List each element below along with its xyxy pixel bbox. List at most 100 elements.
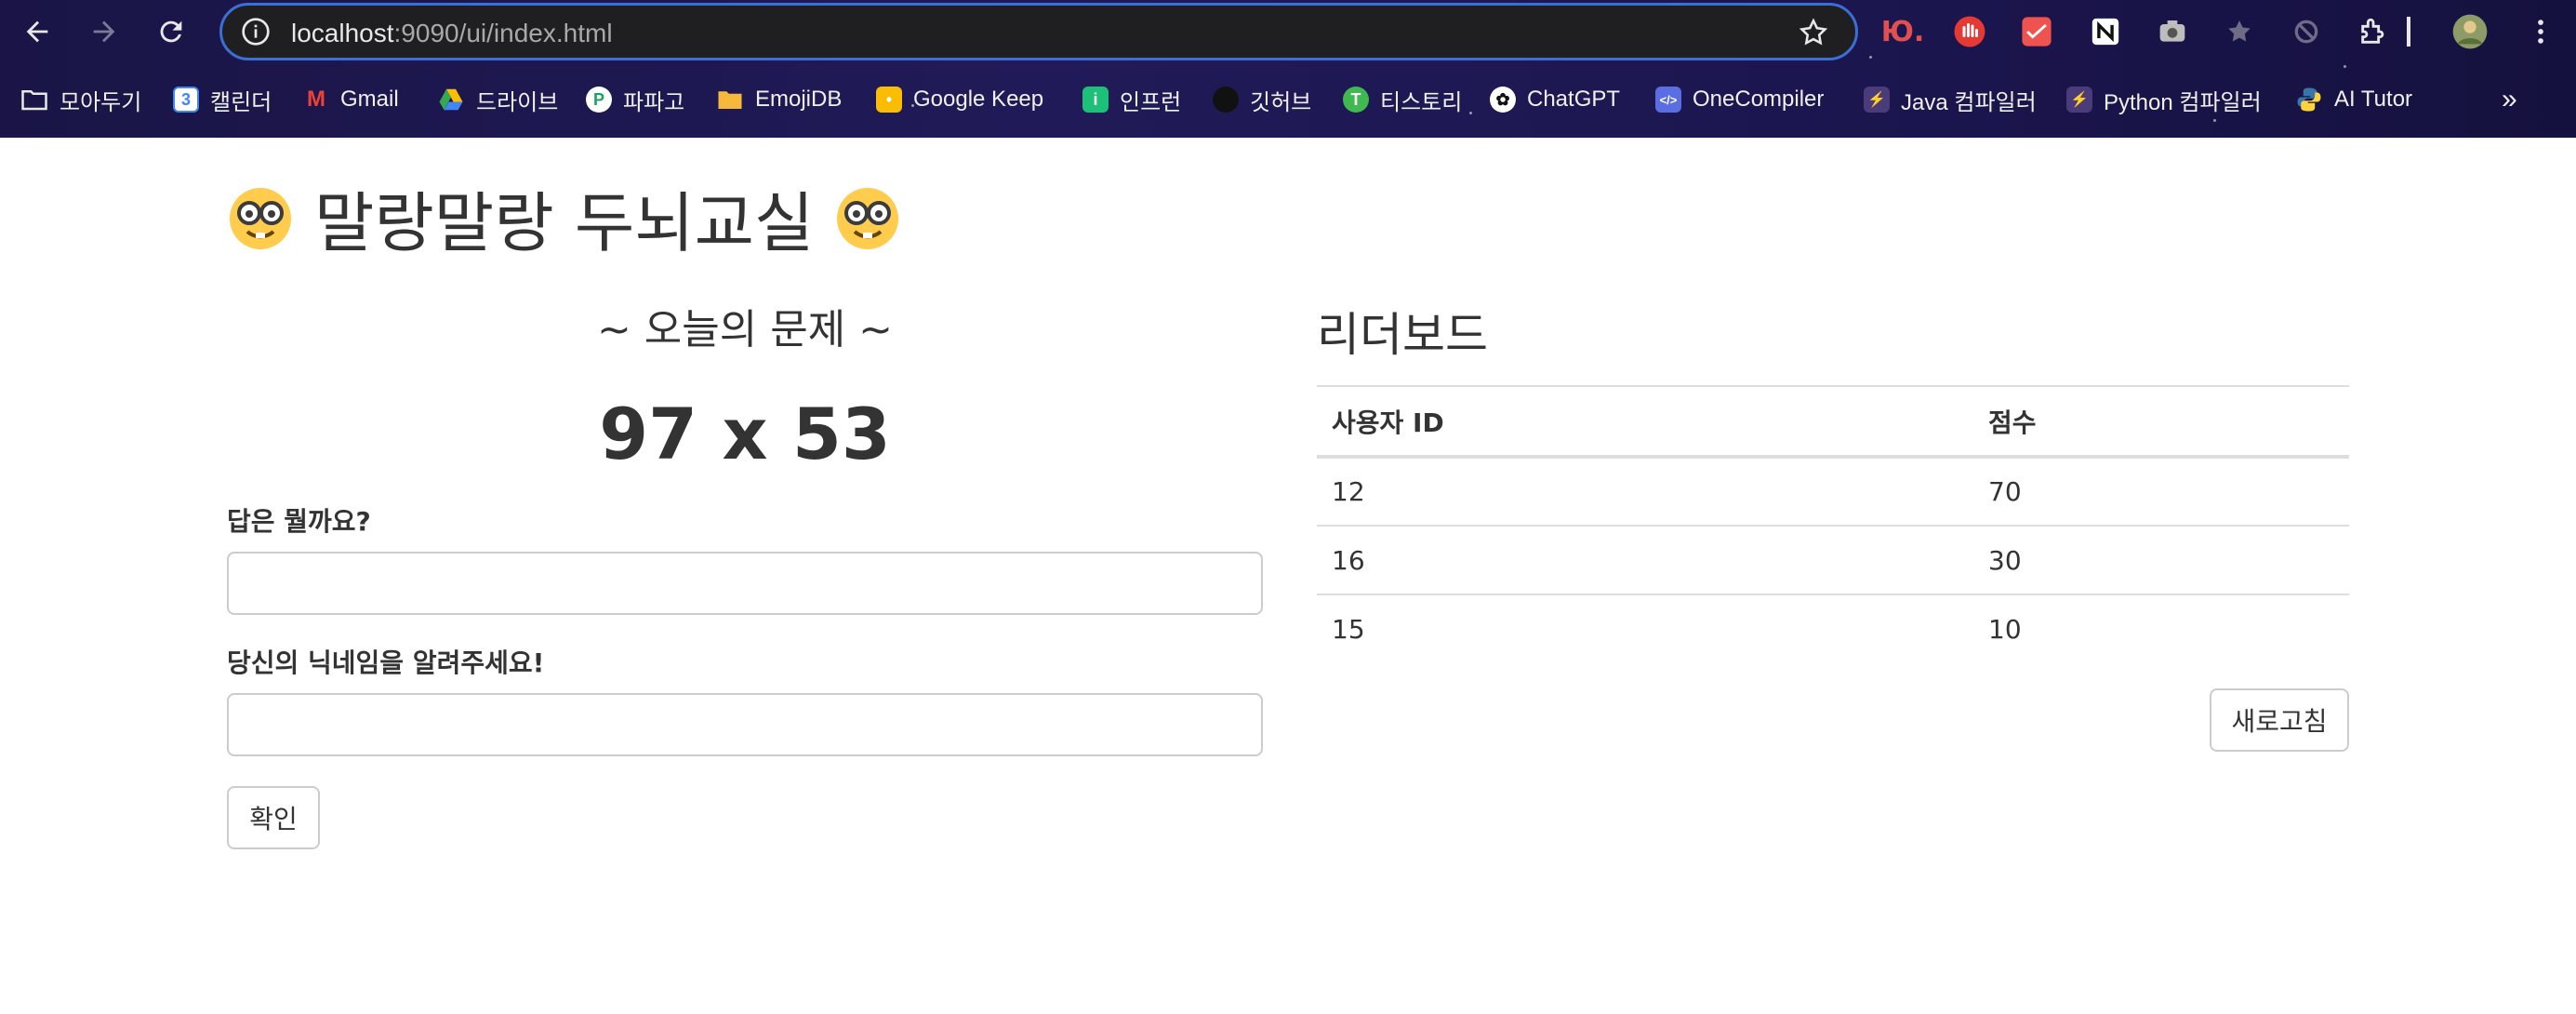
notion-icon[interactable] (2087, 13, 2124, 50)
refresh-button[interactable]: 새로고침 (2210, 688, 2349, 752)
folder-icon (718, 91, 742, 109)
browser-chrome: localhost:9090/ui/index.html Ю. 모아두기 3 캘… (0, 0, 2576, 138)
extensions-puzzle-icon[interactable] (2355, 13, 2392, 50)
keep-icon: • (876, 87, 902, 113)
nickname-input[interactable] (227, 693, 1263, 756)
bookmarks-bar: 모아두기 3 캘린더 M Gmail 드라이브 P 파파고 EmojiDB • … (0, 78, 2576, 121)
bookmark-label: 깃허브 (1250, 89, 1312, 115)
bookmark-label: 티스토리 (1380, 89, 1463, 115)
bookmark-label: 캘린더 (210, 89, 272, 115)
answer-input[interactable] (227, 552, 1263, 615)
nerd-face-icon (230, 187, 291, 249)
profile-avatar[interactable] (2451, 13, 2489, 50)
bookmark-label: 드라이브 (476, 89, 559, 115)
gmail-icon: M (307, 87, 325, 112)
inflearn-icon: i (1082, 87, 1109, 113)
table-row: 16 30 (1317, 526, 2349, 595)
bookmark-folder-moadugi[interactable]: 모아두기 (20, 82, 141, 117)
camera-icon[interactable] (2154, 13, 2191, 50)
python-icon (2297, 87, 2321, 112)
leaderboard-table: 사용자 ID 점수 12 70 16 30 15 10 (1317, 385, 2349, 663)
page-title: 말랑말랑 두뇌교실 (227, 171, 901, 265)
bookmark-label: Google Keep (913, 87, 1044, 112)
back-button[interactable] (17, 11, 58, 52)
bookmark-java-compiler[interactable]: ⚡ Java 컴파일러 (1864, 82, 2037, 117)
bookmark-calendar[interactable]: 3 캘린더 (173, 82, 272, 117)
drive-icon (439, 88, 463, 111)
bookmark-label: ChatGPT (1527, 87, 1621, 112)
reload-button[interactable] (151, 11, 192, 52)
bookmark-onecompiler[interactable]: </> OneCompiler (1655, 82, 1824, 117)
extension-grid-icon[interactable] (2018, 13, 2055, 50)
bookmark-label: 파파고 (623, 89, 685, 115)
bookmark-label: AI Tutor (2334, 87, 2413, 112)
bookmark-label: OneCompiler (1693, 87, 1825, 112)
cell-score: 30 (1973, 526, 2349, 595)
cell-score: 10 (1988, 614, 2022, 645)
reload-icon (160, 20, 182, 43)
double-chevron-right-icon: » (2502, 84, 2517, 114)
calendar-icon: 3 (173, 87, 199, 113)
bookmark-star-icon[interactable] (1798, 17, 1829, 48)
onecompiler-icon: </> (1655, 87, 1681, 113)
extension-yu-icon[interactable]: Ю. (1881, 13, 1925, 50)
extension-hand-icon[interactable] (1951, 13, 1988, 50)
leaderboard-title: 리더보드 (1317, 308, 1488, 362)
github-icon (1213, 87, 1239, 113)
cell-user-id: 15 (1332, 614, 1365, 645)
url-text[interactable]: localhost:9090/ui/index.html (291, 19, 613, 48)
bookmark-papago[interactable]: P 파파고 (586, 82, 684, 117)
url-path: :9090/ui/index.html (393, 19, 613, 47)
table-row: 15 10 (1317, 594, 2349, 663)
bookmark-google-keep[interactable]: • Google Keep (876, 82, 1043, 117)
forward-button[interactable] (84, 11, 125, 52)
bookmark-github[interactable]: 깃허브 (1213, 82, 1311, 117)
lightning-icon: ⚡ (1864, 87, 1890, 113)
bookmark-label: Python 컴파일러 (2104, 89, 2262, 115)
column-header-user-id: 사용자 ID (1317, 385, 1973, 459)
table-row: 12 70 (1317, 457, 2349, 527)
bookmark-chatgpt[interactable]: ✿ ChatGPT (1490, 82, 1620, 117)
folder-icon (21, 90, 47, 111)
answer-label: 답은 뭘까요? (227, 506, 371, 537)
quiz-question: 97 x 53 (599, 393, 891, 475)
cell-user-id: 12 (1317, 457, 1973, 527)
bookmark-gmail[interactable]: M Gmail (303, 82, 399, 117)
bookmark-folder-emojidb[interactable]: EmojiDB (716, 82, 842, 117)
page-content: 말랑말랑 두뇌교실 ~ 오늘의 문제 ~ 97 x 53 답은 뭘까요? 당신의… (0, 138, 2576, 1014)
bookmarks-overflow-button[interactable]: » (2502, 82, 2517, 117)
bookmark-tistory[interactable]: T 티스토리 (1343, 82, 1462, 117)
bookmark-label: EmojiDB (755, 87, 843, 112)
bookmark-inflearn[interactable]: i 인프런 (1082, 82, 1181, 117)
quiz-heading: ~ 오늘의 문제 ~ (596, 306, 894, 354)
bookmark-ai-tutor[interactable]: AI Tutor (2295, 82, 2412, 117)
bookmark-python-compiler[interactable]: ⚡ Python 컴파일러 (2066, 82, 2262, 117)
bookmark-label: 인프런 (1120, 89, 1182, 115)
papago-icon: P (586, 87, 612, 113)
cell-user-id: 16 (1317, 526, 1973, 595)
extension-star-icon[interactable] (2221, 13, 2258, 50)
nerd-face-icon (837, 187, 899, 249)
address-bar[interactable]: localhost:9090/ui/index.html (219, 3, 1858, 60)
bookmark-label: Gmail (340, 87, 399, 112)
bookmark-label: 모아두기 (60, 89, 142, 115)
bookmark-drive[interactable]: 드라이브 (437, 82, 558, 117)
quiz-section: ~ 오늘의 문제 ~ 97 x 53 답은 뭘까요? 당신의 닉네임을 알려주세… (227, 296, 1263, 849)
chatgpt-icon: ✿ (1490, 87, 1516, 113)
url-host: localhost (291, 19, 394, 47)
column-header-score: 점수 (1973, 385, 2349, 459)
arrow-right-icon (93, 20, 115, 43)
site-info-icon[interactable] (241, 17, 271, 47)
browser-menu-icon[interactable] (2522, 13, 2559, 50)
toolbar-divider (2407, 17, 2410, 47)
tistory-icon: T (1343, 87, 1369, 113)
table-header-row: 사용자 ID 점수 (1317, 385, 2349, 459)
leaderboard-section: 리더보드 사용자 ID 점수 12 70 16 30 15 10 새로고침 (1317, 298, 2349, 752)
arrow-left-icon (26, 20, 48, 43)
extension-sync-icon[interactable] (2288, 13, 2325, 50)
submit-button[interactable]: 확인 (227, 786, 320, 849)
cell-score: 70 (1973, 457, 2349, 527)
bookmark-label: Java 컴파일러 (1901, 89, 2037, 115)
page-title-text: 말랑말랑 두뇌교실 (314, 185, 815, 261)
lightning-icon: ⚡ (2066, 87, 2092, 113)
